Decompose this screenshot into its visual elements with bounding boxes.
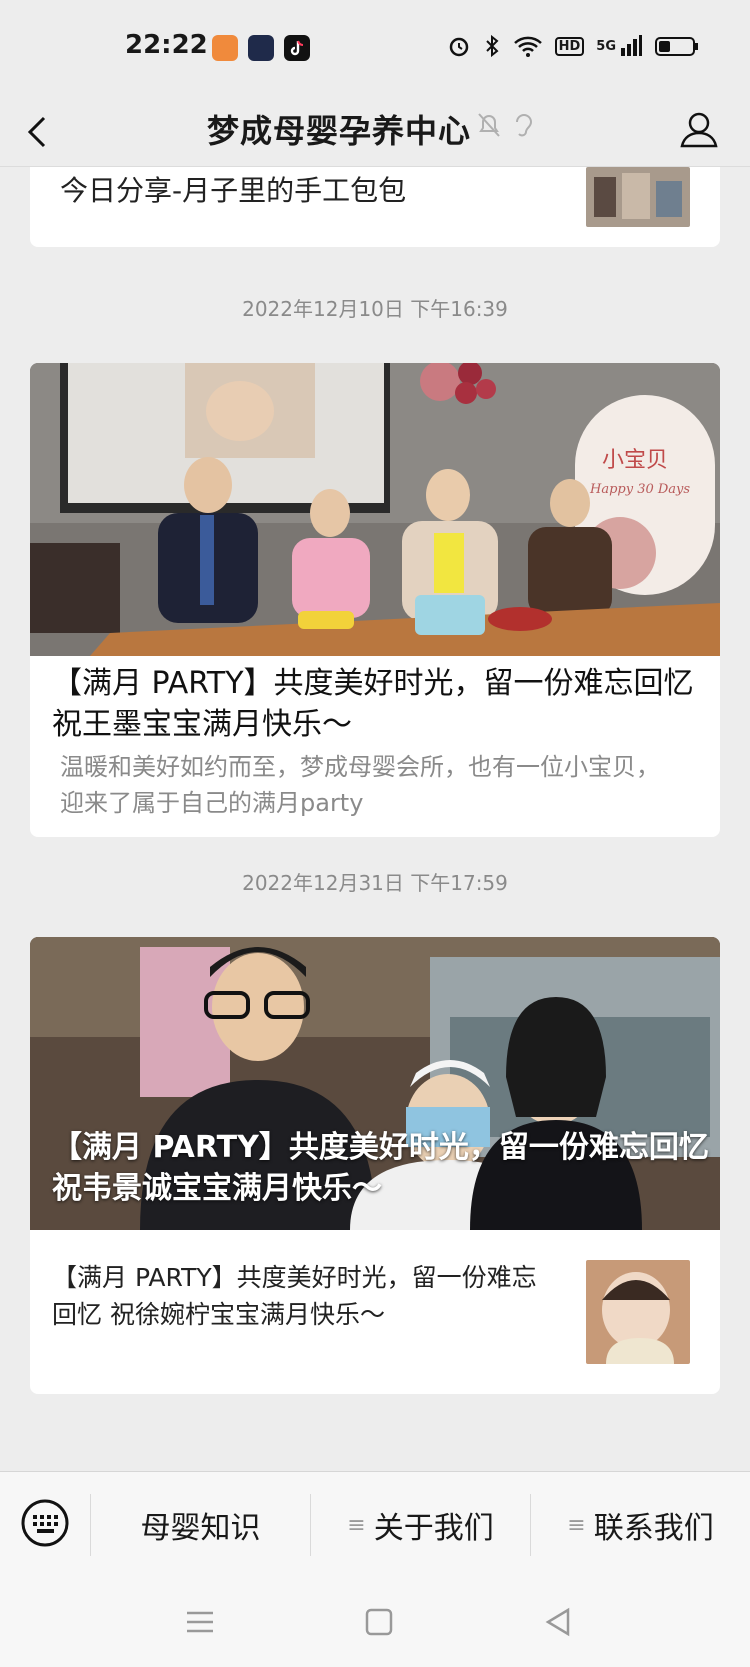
menu-item-about-us[interactable]: ≡ 关于我们 (311, 1472, 530, 1578)
back-button[interactable] (20, 104, 70, 160)
back-nav-button[interactable] (541, 1605, 575, 1639)
article-headline: 【满月 PARTY】共度美好时光，留一份难忘回忆 祝王墨宝宝满月快乐～ (52, 666, 694, 742)
media-app-icon (248, 35, 274, 61)
menu-item-contact-us[interactable]: ≡ 联系我们 (531, 1472, 750, 1578)
status-bar: 22:22 HD 5G (0, 0, 750, 98)
signal-icon (621, 35, 642, 56)
menu-item-baby-knowledge[interactable]: 母婴知识 (91, 1472, 310, 1578)
status-indicators: HD 5G (447, 34, 700, 58)
mute-indicators (476, 110, 534, 140)
network-label: 5G (596, 38, 616, 54)
profile-button[interactable] (674, 102, 724, 158)
keyboard-toggle-button[interactable] (20, 1498, 70, 1548)
chevron-left-icon (27, 116, 46, 148)
sub-article-title[interactable]: 【满月 PARTY】共度美好时光，留一份难忘回忆 祝徐婉柠宝宝满月快乐～ (52, 1259, 552, 1333)
page-title: 梦成母婴孕养中心 (207, 112, 472, 150)
triangle-back-icon (545, 1607, 570, 1637)
battery-icon (655, 37, 698, 56)
keyboard-icon (21, 1499, 69, 1547)
menu-lines-icon (187, 1611, 213, 1633)
submenu-icon: ≡ (567, 1512, 586, 1538)
banner-subtext: Happy 30 Days (589, 482, 690, 497)
home-button[interactable] (362, 1605, 396, 1639)
system-navigation-bar (0, 1577, 750, 1667)
menu-item-label: 关于我们 (373, 1511, 494, 1546)
menu-item-label: 母婴知识 (140, 1511, 261, 1546)
article-title: 今日分享-月子里的手工包包 (60, 174, 407, 207)
submenu-icon: ≡ (347, 1512, 366, 1538)
article-digest: 温暖和美好如约而至，梦成母婴会所，也有一位小宝贝，迎来了属于自己的满月party (60, 753, 660, 817)
article-cover-title: 【满月 PARTY】共度美好时光，留一份难忘回忆 祝韦景诚宝宝满月快乐～ (52, 1130, 709, 1206)
article-feed[interactable]: 今日分享-月子里的手工包包 2022年12月10日 下午16:39 小宝贝 Ha… (0, 167, 750, 1471)
ear-icon (516, 114, 533, 137)
post-timestamp: 2022年12月31日 下午17:59 (242, 871, 508, 895)
status-time: 22:22 (125, 30, 208, 60)
recents-button[interactable] (183, 1605, 217, 1639)
tiktok-icon (284, 35, 310, 61)
banner-text: 小宝贝 (602, 448, 668, 473)
books-app-icon (212, 35, 238, 61)
article-card-1[interactable]: 小宝贝 Happy 30 Days 【满月 PARTY】共度美好时光，留一份难忘… (30, 363, 720, 837)
post-timestamp: 2022年12月10日 下午16:39 (242, 297, 508, 321)
article-thumbnail (586, 167, 690, 227)
hd-badge: HD (554, 36, 585, 56)
sub-article-thumbnail (586, 1260, 690, 1364)
article-cover-image: 小宝贝 Happy 30 Days (30, 363, 720, 656)
muted-bell-icon (478, 113, 500, 137)
article-card-previous[interactable]: 今日分享-月子里的手工包包 (30, 167, 720, 247)
alarm-icon (449, 37, 468, 57)
person-icon (680, 112, 718, 148)
wifi-icon (513, 36, 542, 57)
bottom-menu-bar: 母婴知识 ≡ 关于我们 ≡ 联系我们 (0, 1471, 750, 1578)
square-icon (365, 1608, 393, 1636)
article-card-2[interactable]: 【满月 PARTY】共度美好时光，留一份难忘回忆 祝韦景诚宝宝满月快乐～ 【满月… (30, 937, 720, 1394)
bluetooth-icon (485, 34, 499, 58)
nav-bar: 梦成母婴孕养中心 (0, 98, 750, 167)
menu-item-label: 联系我们 (593, 1511, 714, 1546)
